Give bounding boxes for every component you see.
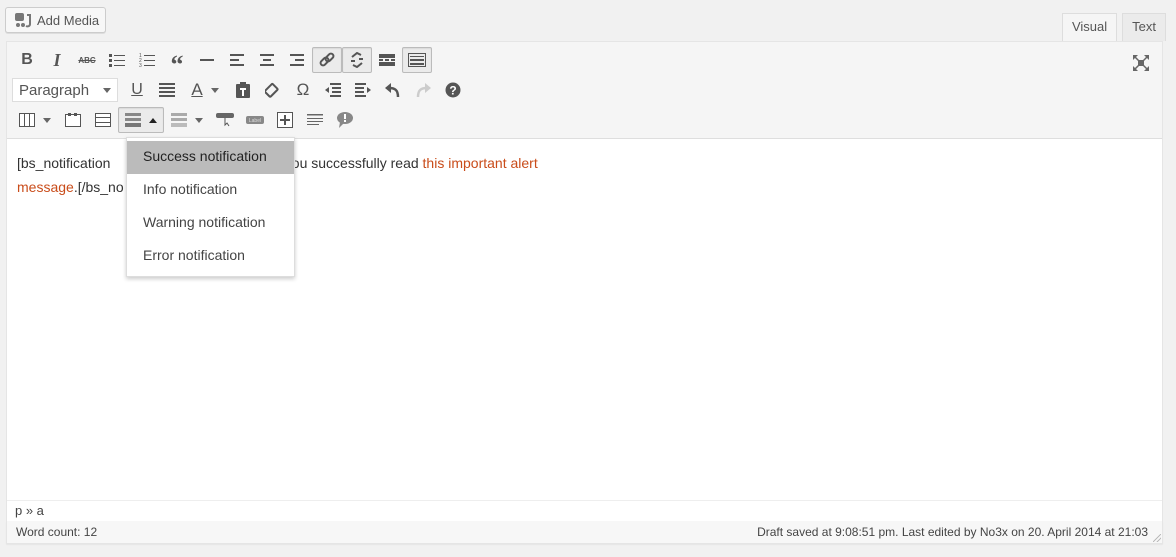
draft-status: Draft saved at 9:08:51 pm. Last edited b… (757, 525, 1148, 539)
blockquote-icon[interactable]: “ (162, 47, 192, 78)
toolbar-row-1: B I ABC 123 “ (12, 47, 432, 78)
label-icon[interactable]: Label (240, 107, 270, 133)
chevron-down-icon (43, 117, 51, 123)
toolbar-row-2: Paragraph U A Ω ? (12, 77, 468, 103)
link-icon[interactable] (312, 47, 342, 73)
panel-icon[interactable] (58, 107, 88, 133)
help-icon[interactable]: ? (438, 77, 468, 103)
paste-as-text-icon[interactable] (228, 77, 258, 103)
menu-item-info-notification[interactable]: Info notification (127, 174, 294, 207)
content-text: [bs_notification (17, 155, 115, 171)
clear-formatting-icon[interactable] (258, 77, 288, 103)
text-color-icon: A (191, 80, 203, 99)
undo-icon[interactable] (378, 77, 408, 103)
toolbar-toggle-icon[interactable] (402, 47, 432, 73)
editor-toolbar: B I ABC 123 “ Paragraph U A Ω ? Label (7, 42, 1162, 139)
chevron-up-icon (149, 117, 157, 123)
unlink-icon[interactable] (342, 47, 372, 73)
add-media-label: Add Media (37, 12, 100, 28)
text-color-button[interactable]: A (182, 77, 228, 103)
notification-icon (125, 113, 141, 127)
format-select-value: Paragraph (19, 81, 90, 99)
fullscreen-icon (1133, 55, 1149, 71)
align-left-icon[interactable] (222, 47, 252, 73)
editor: B I ABC 123 “ Paragraph U A Ω ? Label [b… (6, 41, 1163, 521)
numbered-list-icon[interactable]: 123 (132, 47, 162, 73)
menu-item-success-notification[interactable]: Success notification (127, 141, 294, 174)
tooltip-icon[interactable] (330, 107, 360, 133)
notification-button[interactable] (118, 107, 164, 133)
content-text: You successfully read (283, 155, 423, 171)
menu-item-warning-notification[interactable]: Warning notification (127, 207, 294, 240)
svg-text:Label: Label (249, 118, 261, 124)
add-media-button[interactable]: Add Media (5, 7, 106, 33)
button-icon[interactable] (210, 107, 240, 133)
italic-icon[interactable]: I (42, 47, 72, 73)
collapse-icon[interactable] (270, 107, 300, 133)
media-icon (14, 12, 32, 28)
columns-button[interactable] (12, 107, 58, 133)
justify-icon[interactable] (152, 77, 182, 103)
alert-button[interactable] (164, 107, 210, 133)
content-text: .[/bs_no (73, 179, 124, 195)
indent-icon[interactable] (348, 77, 378, 103)
redo-icon[interactable] (408, 77, 438, 103)
columns-icon (19, 113, 35, 127)
special-character-icon[interactable]: Ω (288, 77, 318, 103)
align-center-icon[interactable] (252, 47, 282, 73)
editor-tabs: Visual Text (1061, 13, 1166, 42)
tabs-icon[interactable] (88, 107, 118, 133)
fullscreen-button[interactable] (1126, 50, 1156, 76)
notification-dropdown-menu: Success notification Info notification W… (126, 137, 295, 277)
lead-text-icon[interactable] (300, 107, 330, 133)
svg-text:3: 3 (139, 63, 142, 67)
content-link[interactable]: this important alert (423, 155, 538, 171)
svg-text:?: ? (449, 84, 456, 98)
bullet-list-icon[interactable] (102, 47, 132, 73)
tab-visual[interactable]: Visual (1061, 13, 1118, 42)
align-right-icon[interactable] (282, 47, 312, 73)
underline-icon[interactable]: U (122, 77, 152, 103)
tab-text[interactable]: Text (1122, 13, 1166, 41)
outdent-icon[interactable] (318, 77, 348, 103)
chevron-down-icon (103, 87, 111, 93)
content-link[interactable]: message (17, 179, 74, 195)
horizontal-rule-icon[interactable] (192, 47, 222, 73)
chevron-down-icon (210, 87, 219, 93)
strikethrough-icon[interactable]: ABC (72, 47, 102, 73)
format-select[interactable]: Paragraph (12, 78, 118, 102)
chevron-down-icon (195, 117, 203, 123)
menu-item-error-notification[interactable]: Error notification (127, 240, 294, 273)
resize-handle[interactable] (1153, 534, 1161, 542)
word-count: Word count: 12 (16, 525, 98, 539)
bold-icon[interactable]: B (12, 47, 42, 73)
read-more-icon[interactable] (372, 47, 402, 73)
status-bar: Word count: 12 Draft saved at 9:08:51 pm… (6, 521, 1163, 544)
toolbar-row-3: Label (12, 107, 360, 133)
element-path: p » a (7, 500, 1162, 521)
alert-icon (171, 113, 187, 127)
